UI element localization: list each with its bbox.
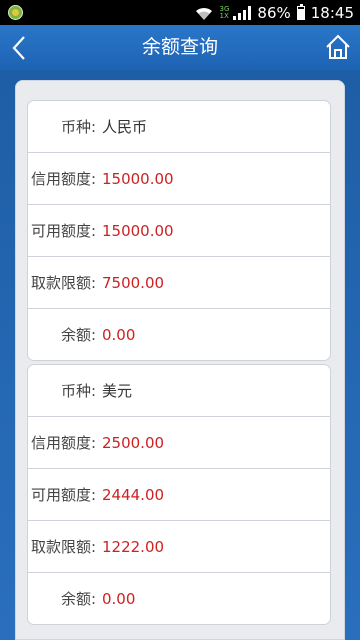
currency-label: 币种: <box>60 382 96 400</box>
balance-row: 余额: 0.00 <box>28 573 330 624</box>
available-limit-row: 可用额度: 2444.00 <box>28 469 330 521</box>
balance-label: 余额: <box>60 590 96 608</box>
withdraw-limit-row: 取款限额: 1222.00 <box>28 521 330 573</box>
withdraw-limit-label: 取款限额: <box>30 538 96 556</box>
balance-row: 余额: 0.00 <box>28 309 330 360</box>
app-notification-icon <box>8 5 23 20</box>
battery-icon <box>296 3 305 20</box>
balance-value: 0.00 <box>102 589 136 608</box>
balance-panel: 币种: 人民币 信用额度: 15000.00 可用额度: 15000.00 取款… <box>15 80 345 640</box>
balance-value: 0.00 <box>102 325 136 344</box>
credit-limit-row: 信用额度: 15000.00 <box>28 153 330 205</box>
credit-limit-value: 2500.00 <box>102 433 165 452</box>
credit-limit-row: 信用额度: 2500.00 <box>28 417 330 469</box>
wifi-icon <box>195 7 212 20</box>
signal-icon <box>233 5 252 20</box>
status-icons: 3G 1X 86% 18:45 <box>194 0 354 25</box>
withdraw-limit-value: 7500.00 <box>102 273 165 292</box>
available-limit-label: 可用额度: <box>30 486 96 504</box>
app-header: 余额查询 <box>0 25 360 70</box>
currency-value: 人民币 <box>102 118 148 136</box>
content-area: 币种: 人民币 信用额度: 15000.00 可用额度: 15000.00 取款… <box>0 70 360 640</box>
credit-limit-value: 15000.00 <box>102 169 174 188</box>
battery-percent: 86% <box>257 3 291 22</box>
network-type-indicator: 3G 1X <box>219 4 230 20</box>
currency-value: 美元 <box>102 382 133 400</box>
home-icon[interactable] <box>324 33 352 61</box>
withdraw-limit-row: 取款限额: 7500.00 <box>28 257 330 309</box>
currency-label: 币种: <box>60 118 96 136</box>
credit-limit-label: 信用额度: <box>30 434 96 452</box>
status-bar: 3G 1X 86% 18:45 <box>0 0 360 25</box>
account-card: 币种: 美元 信用额度: 2500.00 可用额度: 2444.00 取款限额:… <box>27 364 331 625</box>
balance-label: 余额: <box>60 326 96 344</box>
page-title: 余额查询 <box>141 36 218 58</box>
currency-row: 币种: 人民币 <box>28 101 330 153</box>
account-card: 币种: 人民币 信用额度: 15000.00 可用额度: 15000.00 取款… <box>27 100 331 361</box>
withdraw-limit-label: 取款限额: <box>30 274 96 292</box>
withdraw-limit-value: 1222.00 <box>102 537 165 556</box>
currency-row: 币种: 美元 <box>28 365 330 417</box>
available-limit-row: 可用额度: 15000.00 <box>28 205 330 257</box>
clock: 18:45 <box>310 3 354 22</box>
available-limit-label: 可用额度: <box>30 222 96 240</box>
credit-limit-label: 信用额度: <box>30 170 96 188</box>
available-limit-value: 15000.00 <box>102 221 174 240</box>
available-limit-value: 2444.00 <box>102 485 165 504</box>
